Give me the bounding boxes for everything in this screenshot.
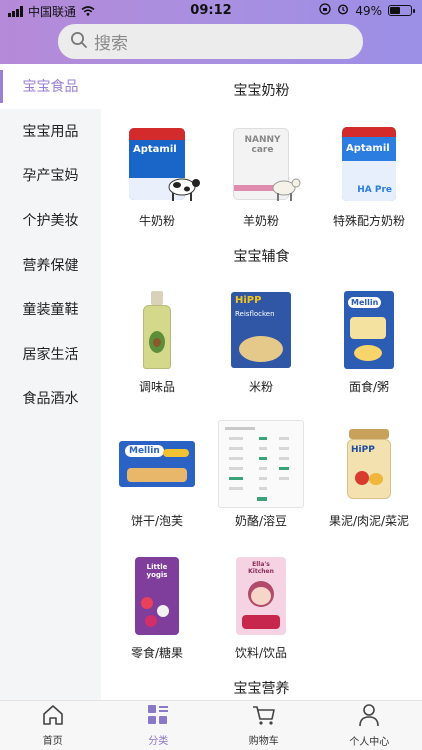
- product-brand-text: HiPP: [351, 445, 375, 455]
- tab-label: 个人中心: [349, 737, 390, 748]
- product-item-drinks[interactable]: Ella's Kitchen 饮料/饮品: [211, 552, 311, 661]
- product-item-fruit-meat-veg-puree[interactable]: HiPP 果泥/肉泥/菜泥: [319, 420, 419, 529]
- section-title: 宝宝奶粉: [233, 83, 290, 99]
- battery-icon: [388, 5, 415, 16]
- section-title: 宝宝营养: [233, 681, 290, 697]
- cart-icon: [251, 704, 277, 730]
- sidebar-item-label: 营养保健: [22, 257, 79, 274]
- sidebar-item-kids-clothing[interactable]: 童装童鞋: [0, 287, 101, 332]
- category-icon: [146, 704, 170, 730]
- product-image: Ella's Kitchen: [218, 552, 304, 640]
- product-brand-text: Little yogis: [146, 563, 168, 580]
- product-brand-text: NANNY care: [244, 135, 281, 155]
- product-label: 调味品: [138, 380, 175, 394]
- tab-category[interactable]: 分类: [106, 701, 212, 750]
- sidebar-item-label: 个护美妆: [22, 213, 79, 230]
- product-sub-text: HA Pre: [357, 185, 392, 195]
- product-brand-text: HiPP: [235, 295, 262, 306]
- bottom-tab-bar: 首页 分类 购物车 个人中心: [0, 700, 422, 750]
- product-image: [218, 420, 304, 508]
- rotation-lock-icon: [319, 3, 331, 18]
- sidebar-item-label: 童装童鞋: [22, 302, 79, 319]
- search-placeholder: 搜索: [94, 34, 128, 54]
- sidebar-item-beauty[interactable]: 个护美妆: [0, 198, 101, 243]
- sidebar-item-home-living[interactable]: 居家生活: [0, 332, 101, 377]
- product-image: [114, 286, 200, 374]
- product-label: 羊奶粉: [242, 214, 279, 228]
- product-label: 特殊配方奶粉: [332, 214, 405, 228]
- product-image: HiPP: [326, 420, 412, 508]
- tab-cart[interactable]: 购物车: [211, 701, 317, 750]
- product-label: 牛奶粉: [138, 214, 175, 228]
- category-content: 宝宝奶粉 Aptamil 牛奶粉 NANNY care 羊奶粉 Aptamil …: [101, 64, 422, 700]
- sidebar-item-label: 宝宝用品: [22, 123, 79, 140]
- product-image: Aptamil: [114, 120, 200, 208]
- product-label: 米粉: [248, 380, 273, 394]
- product-item-goat-milk-powder[interactable]: NANNY care 羊奶粉: [211, 120, 311, 229]
- product-label: 奶酪/溶豆: [234, 514, 288, 528]
- product-brand-text: Mellin: [125, 445, 164, 457]
- battery-label: 49%: [355, 3, 382, 18]
- product-image: Mellin: [114, 420, 200, 508]
- product-item-noodles-porridge[interactable]: Mellin 面食/粥: [319, 286, 419, 395]
- product-label: 面食/粥: [348, 380, 390, 394]
- product-item-special-formula[interactable]: Aptamil HA Pre 特殊配方奶粉: [319, 120, 419, 229]
- tab-home[interactable]: 首页: [0, 701, 106, 750]
- section-title: 宝宝辅食: [233, 249, 290, 265]
- product-image: Mellin: [326, 286, 412, 374]
- cow-icon: [168, 178, 200, 201]
- product-image: NANNY care: [218, 120, 304, 208]
- product-brand-text: Aptamil: [346, 143, 390, 154]
- product-brand-text: Aptamil: [133, 144, 177, 155]
- product-label: 饼干/泡芙: [130, 514, 184, 528]
- tab-label: 首页: [42, 736, 63, 747]
- product-item-cow-milk-powder[interactable]: Aptamil 牛奶粉: [107, 120, 207, 229]
- sidebar-item-label: 食品酒水: [22, 391, 79, 408]
- sidebar-item-label: 宝宝食品: [22, 79, 79, 96]
- screenshot-thumbnail: [225, 427, 289, 501]
- search-bar[interactable]: 搜索: [58, 24, 363, 59]
- sidebar-item-label: 孕产宝妈: [22, 168, 79, 185]
- status-bar: 中国联通 09:12 49%: [0, 0, 422, 22]
- product-image: HiPP Reisflocken: [218, 286, 304, 374]
- product-sub-text: Reisflocken: [235, 310, 275, 318]
- sidebar-item-baby-supplies[interactable]: 宝宝用品: [0, 109, 101, 154]
- product-label: 零食/糖果: [130, 646, 184, 660]
- product-item-cheese-melts[interactable]: 奶酪/溶豆: [211, 420, 311, 529]
- sidebar-item-baby-food[interactable]: 宝宝食品: [0, 64, 101, 109]
- user-icon: [358, 703, 380, 731]
- product-image: Little yogis: [114, 552, 200, 640]
- tab-label: 购物车: [248, 736, 279, 747]
- header: 中国联通 09:12 49% 搜索: [0, 0, 422, 64]
- product-item-seasoning[interactable]: 调味品: [107, 286, 207, 395]
- sidebar-item-label: 居家生活: [22, 346, 79, 363]
- alarm-icon: [337, 3, 349, 18]
- product-item-rice-cereal[interactable]: HiPP Reisflocken 米粉: [211, 286, 311, 395]
- goat-icon: [272, 178, 301, 201]
- tab-label: 分类: [148, 736, 169, 747]
- sidebar-item-nutrition[interactable]: 营养保健: [0, 242, 101, 287]
- product-brand-text: Ella's Kitchen: [248, 561, 274, 575]
- sidebar-item-food-drinks[interactable]: 食品酒水: [0, 376, 101, 421]
- home-icon: [41, 704, 65, 730]
- product-item-biscuits-puffs[interactable]: Mellin 饼干/泡芙: [107, 420, 207, 529]
- search-icon: [70, 31, 88, 53]
- tab-profile[interactable]: 个人中心: [317, 701, 422, 750]
- sidebar-item-maternity[interactable]: 孕产宝妈: [0, 153, 101, 198]
- product-item-snacks-candy[interactable]: Little yogis 零食/糖果: [107, 552, 207, 661]
- product-label: 果泥/肉泥/菜泥: [328, 514, 410, 528]
- product-label: 饮料/饮品: [234, 646, 288, 660]
- product-brand-text: Mellin: [348, 297, 382, 308]
- category-sidebar: 宝宝食品 宝宝用品 孕产宝妈 个护美妆 营养保健 童装童鞋 居家生活 食品酒水: [0, 64, 101, 700]
- product-image: Aptamil HA Pre: [326, 120, 412, 208]
